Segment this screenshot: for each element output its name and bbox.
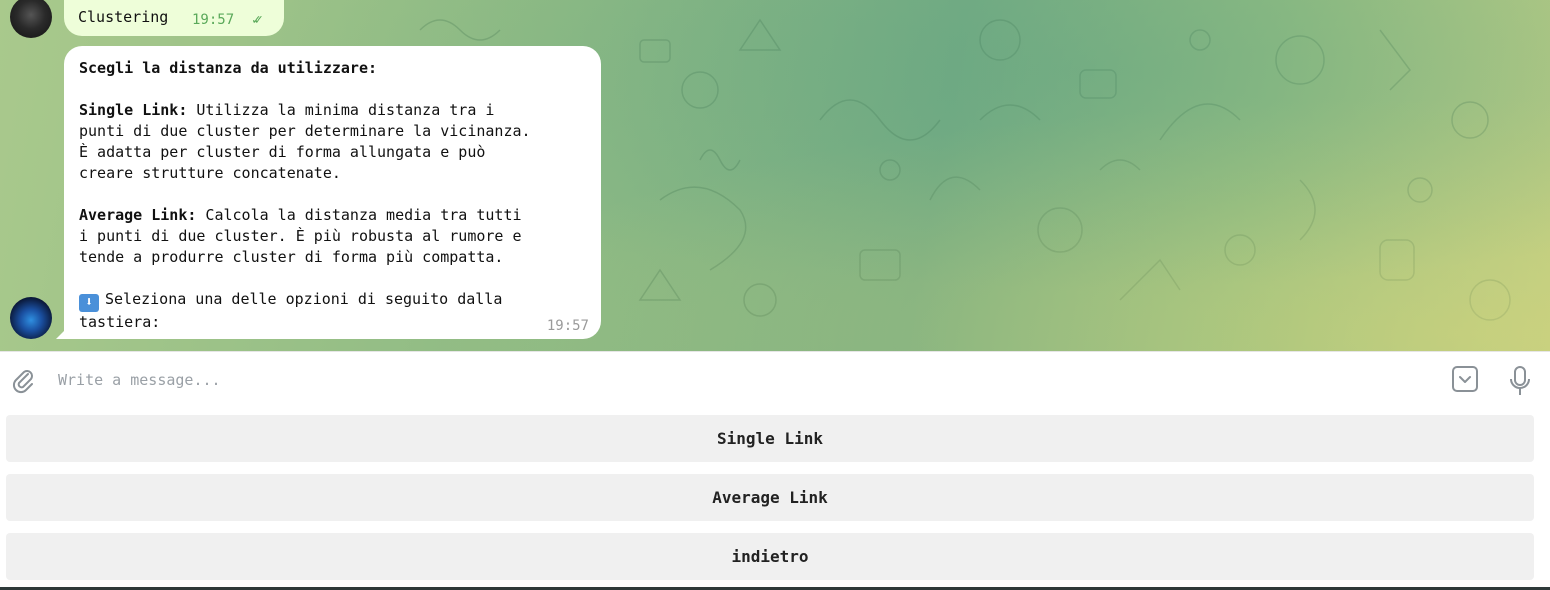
single-link-text-line: punti di due cluster per determinare la …	[79, 122, 531, 140]
outgoing-message-time: 19:57	[192, 12, 235, 28]
single-link-text-line: creare strutture concatenate.	[79, 164, 341, 182]
keyboard-toggle-icon[interactable]	[1452, 366, 1478, 392]
message-composer	[0, 351, 1550, 408]
double-check-icon: ✓✓	[252, 12, 263, 28]
chat-background: Clustering 19:57 ✓✓ Scegli la distanza d…	[0, 0, 1550, 351]
outgoing-message-text: Clustering	[78, 8, 169, 26]
single-link-text-line: È adatta per cluster di forma allungata …	[79, 143, 486, 161]
average-link-text-line: i punti di due cluster. È più robusta al…	[79, 227, 522, 245]
incoming-message-text: Scegli la distanza da utilizzare: Single…	[79, 58, 589, 333]
keyboard-button-single-link[interactable]: Single Link	[6, 415, 1534, 462]
outgoing-message: Clustering 19:57 ✓✓	[64, 0, 284, 36]
incoming-message-time: 19:57	[546, 318, 589, 334]
average-link-text: Calcola la distanza media tra tutti	[196, 206, 522, 224]
single-link-label: Single Link:	[79, 101, 188, 119]
microphone-icon[interactable]	[1508, 365, 1532, 397]
down-arrow-emoji-icon: ⬇	[79, 294, 99, 312]
average-link-text-line: tende a produrre cluster di forma più co…	[79, 248, 504, 266]
bot-avatar[interactable]	[10, 297, 52, 339]
message-heading: Scegli la distanza da utilizzare:	[79, 59, 378, 77]
message-input[interactable]	[56, 362, 1430, 398]
keyboard-button-average-link[interactable]: Average Link	[6, 474, 1534, 521]
prompt-text: Seleziona una delle opzioni di seguito d…	[105, 290, 503, 308]
prompt-text-line: tastiera:	[79, 313, 161, 331]
keyboard-button-back[interactable]: indietro	[6, 533, 1534, 580]
incoming-message: Scegli la distanza da utilizzare: Single…	[56, 46, 601, 339]
average-link-label: Average Link:	[79, 206, 197, 224]
reply-keyboard: Single Link Average Link indietro	[0, 407, 1550, 590]
paperclip-icon[interactable]	[10, 366, 36, 394]
single-link-text: Utilizza la minima distanza tra i	[187, 101, 495, 119]
